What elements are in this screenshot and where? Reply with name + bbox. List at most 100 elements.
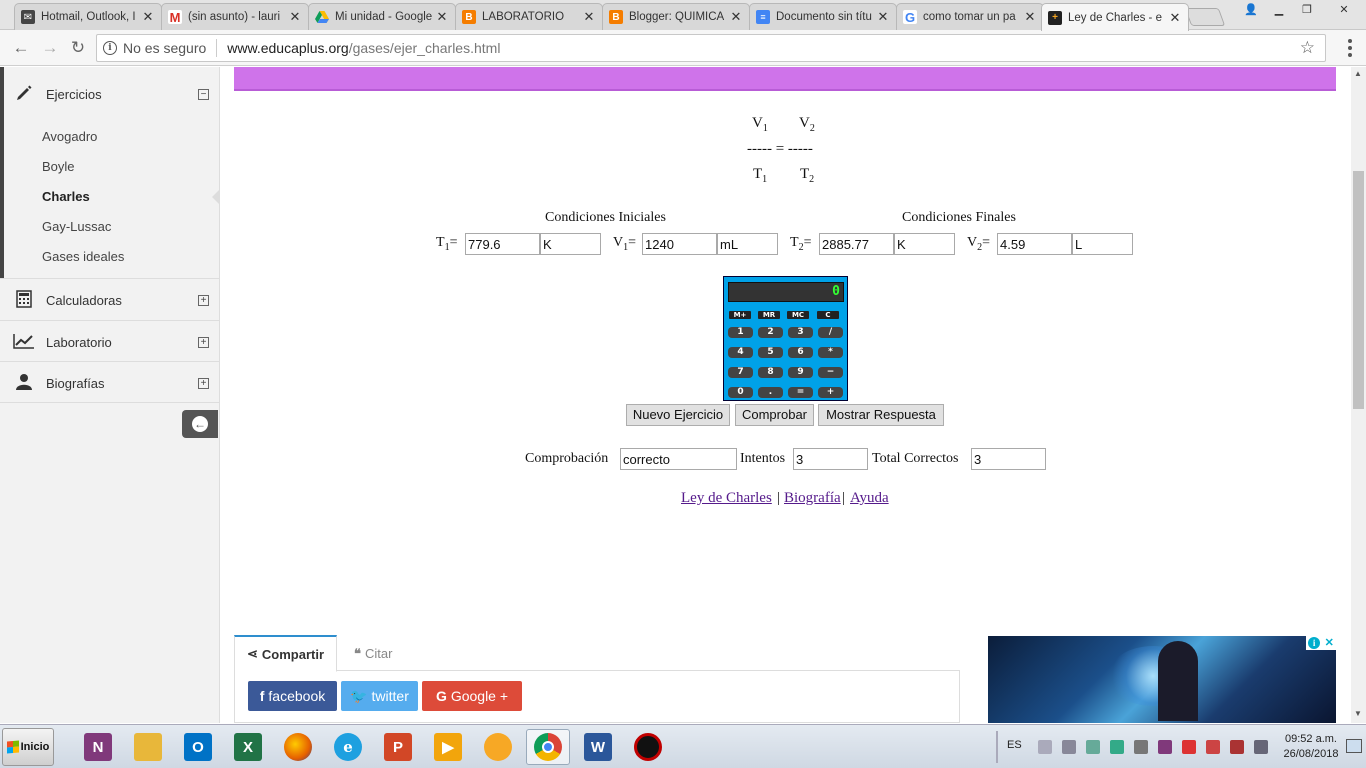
tab-google-drive[interactable]: Mi unidad - Google ✕ xyxy=(308,3,456,30)
close-icon[interactable]: ✕ xyxy=(876,9,890,25)
calc-key-5[interactable]: 5 xyxy=(758,347,783,358)
calc-key-divide[interactable]: / xyxy=(818,327,843,338)
v2-value-input[interactable] xyxy=(997,233,1072,255)
show-answer-button[interactable]: Mostrar Respuesta xyxy=(818,404,944,426)
calc-key-8[interactable]: 8 xyxy=(758,367,783,378)
tray-app-icon[interactable] xyxy=(1230,740,1244,754)
facebook-share-button[interactable]: f facebook xyxy=(248,681,337,711)
calc-key-mplus[interactable]: M+ xyxy=(729,311,751,319)
sidebar-item-boyle[interactable]: Boyle xyxy=(42,159,75,174)
taskbar-firefox[interactable] xyxy=(280,729,316,765)
advertisement-image[interactable] xyxy=(988,636,1336,723)
collapse-sidebar-button[interactable]: ← xyxy=(182,410,218,438)
address-bar[interactable]: i No es seguro www.educaplus.org /gases/… xyxy=(96,34,1326,62)
v1-value-input[interactable] xyxy=(642,233,717,255)
calc-key-dot[interactable]: . xyxy=(758,387,783,398)
url-host[interactable]: www.educaplus.org xyxy=(227,40,348,56)
tab-google-search[interactable]: G como tomar un pa ✕ xyxy=(896,3,1044,30)
tray-signal-icon[interactable] xyxy=(1254,740,1268,754)
attempts-input[interactable] xyxy=(793,448,868,470)
system-clock[interactable]: 09:52 a.m. 26/08/2018 xyxy=(1278,732,1344,762)
scrollbar-thumb[interactable] xyxy=(1353,171,1364,409)
restore-button[interactable]: ❐ xyxy=(1294,0,1320,18)
forward-icon[interactable]: → xyxy=(38,36,62,60)
taskbar-chrome[interactable] xyxy=(526,729,570,765)
close-icon[interactable]: ✕ xyxy=(435,9,449,25)
sidebar-section-ejercicios[interactable]: Ejercicios − xyxy=(0,83,219,105)
info-icon[interactable]: i xyxy=(103,41,117,55)
sidebar-section-calculadoras[interactable]: Calculadoras + xyxy=(0,289,219,311)
v2-unit-input[interactable] xyxy=(1072,233,1133,255)
sidebar-item-charles[interactable]: Charles xyxy=(42,189,90,204)
taskbar-media-player[interactable]: ▶ xyxy=(430,729,466,765)
browser-menu-icon[interactable] xyxy=(1340,36,1360,60)
expand-icon[interactable]: + xyxy=(198,336,209,348)
tray-onenote-icon[interactable] xyxy=(1158,740,1172,754)
taskbar-outlook[interactable]: O xyxy=(180,729,216,765)
tab-laboratorio[interactable]: B LABORATORIO ✕ xyxy=(455,3,603,30)
show-desktop-button[interactable] xyxy=(1346,739,1362,753)
total-correct-input[interactable] xyxy=(971,448,1046,470)
calc-key-6[interactable]: 6 xyxy=(788,347,813,358)
taskbar-onenote[interactable]: N xyxy=(80,729,116,765)
scroll-down-icon[interactable]: ▼ xyxy=(1354,709,1362,718)
sidebar-section-biografias[interactable]: Biografías + xyxy=(0,372,219,394)
close-icon[interactable]: ✕ xyxy=(1023,9,1037,25)
reload-icon[interactable]: ↻ xyxy=(66,36,90,60)
tab-citar[interactable]: ❝ Citar xyxy=(342,635,404,672)
close-icon[interactable]: ✕ xyxy=(1168,10,1182,26)
close-icon[interactable]: ✕ xyxy=(288,9,302,25)
tab-hotmail[interactable]: ✉ Hotmail, Outlook, I ✕ xyxy=(14,3,162,30)
security-status[interactable]: No es seguro xyxy=(123,40,206,56)
calc-key-1[interactable]: 1 xyxy=(728,327,753,338)
taskbar-scratch[interactable] xyxy=(480,729,516,765)
close-icon[interactable]: ✕ xyxy=(729,9,743,25)
ayuda-link[interactable]: Ayuda xyxy=(850,490,889,507)
close-icon[interactable]: ✕ xyxy=(141,9,155,25)
profile-icon[interactable]: 👤 xyxy=(1238,0,1264,18)
taskbar-word[interactable]: W xyxy=(580,729,616,765)
check-result-input[interactable] xyxy=(620,448,737,470)
taskbar-red-app[interactable] xyxy=(630,729,666,765)
calc-key-9[interactable]: 9 xyxy=(788,367,813,378)
tab-gmail[interactable]: M (sin asunto) - lauri ✕ xyxy=(161,3,309,30)
bookmark-star-icon[interactable]: ☆ xyxy=(1300,38,1315,58)
new-tab-button[interactable] xyxy=(1184,8,1226,26)
language-indicator[interactable]: ES xyxy=(1007,739,1022,751)
check-button[interactable]: Comprobar xyxy=(735,404,814,426)
calc-key-multiply[interactable]: * xyxy=(818,347,843,358)
sidebar-item-avogadro[interactable]: Avogadro xyxy=(42,129,97,144)
collapse-icon[interactable]: − xyxy=(198,88,209,100)
tab-documento[interactable]: ≡ Documento sin títu ✕ xyxy=(749,3,897,30)
t2-value-input[interactable] xyxy=(819,233,894,255)
back-icon[interactable]: ← xyxy=(9,36,33,60)
calc-key-equals[interactable]: = xyxy=(788,387,813,398)
ad-choices-badge[interactable]: i ✕ xyxy=(1306,635,1336,650)
tray-show-hidden-icon[interactable] xyxy=(1038,740,1052,754)
taskbar-internet-explorer[interactable]: e xyxy=(330,729,366,765)
vertical-scrollbar[interactable]: ▲ ▼ xyxy=(1351,67,1366,723)
calc-key-0[interactable]: 0 xyxy=(728,387,753,398)
tab-compartir[interactable]: ⋖ Compartir xyxy=(234,635,338,672)
t1-unit-input[interactable] xyxy=(540,233,601,255)
ad-close-icon[interactable]: ✕ xyxy=(1325,636,1334,649)
tray-app-icon[interactable] xyxy=(1182,740,1196,754)
calc-key-c[interactable]: C xyxy=(817,311,839,319)
t1-value-input[interactable] xyxy=(465,233,540,255)
calc-key-2[interactable]: 2 xyxy=(758,327,783,338)
sidebar-item-gases-ideales[interactable]: Gases ideales xyxy=(42,249,124,264)
twitter-share-button[interactable]: 🐦 twitter xyxy=(341,681,418,711)
google-plus-share-button[interactable]: G Google + xyxy=(422,681,522,711)
expand-icon[interactable]: + xyxy=(198,294,209,306)
start-button[interactable]: Inicio xyxy=(2,728,54,766)
close-icon[interactable]: ✕ xyxy=(582,9,596,25)
sidebar-item-gay-lussac[interactable]: Gay-Lussac xyxy=(42,219,111,234)
v1-unit-input[interactable] xyxy=(717,233,778,255)
tray-app-icon[interactable] xyxy=(1086,740,1100,754)
sidebar-section-laboratorio[interactable]: Laboratorio + xyxy=(0,331,219,353)
tray-speaker-icon[interactable] xyxy=(1134,740,1148,754)
tray-network-icon[interactable] xyxy=(1206,740,1220,754)
taskbar-powerpoint[interactable]: P xyxy=(380,729,416,765)
taskbar-file-explorer[interactable] xyxy=(130,729,166,765)
close-window-button[interactable]: ✕ xyxy=(1326,0,1362,18)
